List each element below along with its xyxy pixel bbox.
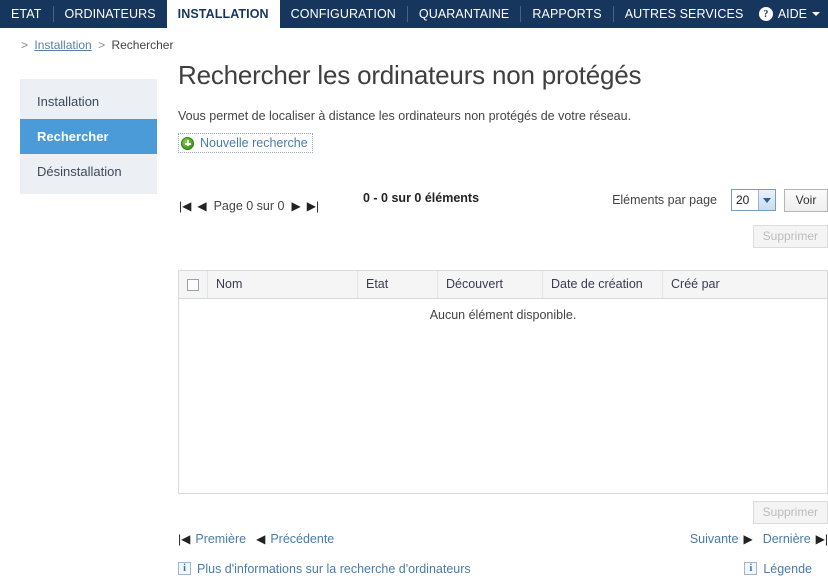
top-navigation-bar: ETAT ORDINATEURS INSTALLATION CONFIGURAT… [0,0,828,28]
info-icon: i [178,562,191,575]
chevron-down-icon [758,190,775,210]
next-page-icon[interactable]: ▶ [743,532,752,546]
empty-message: Aucun élément disponible. [429,308,577,322]
column-header-date-creation[interactable]: Date de création [542,270,663,299]
page-description: Vous permet de localiser à distance les … [178,109,632,123]
top-pagination: |◀ ◀ Page 0 sur 0 ▶ ▶| [179,199,319,213]
select-all-header [179,270,208,299]
first-page-link[interactable]: Première [195,532,246,546]
last-page-icon[interactable]: ▶| [816,532,828,546]
nav-tab-configuration[interactable]: CONFIGURATION [280,0,407,28]
plus-circle-icon [181,136,194,150]
help-label: AIDE [777,7,807,21]
results-table: Nom Etat Découvert Date de création Créé… [178,269,828,494]
nav-tab-autres-services[interactable]: AUTRES SERVICES [614,0,755,28]
column-header-etat[interactable]: Etat [357,270,438,299]
breadcrumb-separator: > [98,38,106,52]
breadcrumb-lead: > [21,38,29,52]
column-header-decouvert[interactable]: Découvert [437,270,543,299]
checkbox-icon[interactable] [187,278,199,291]
nav-tab-etat[interactable]: ETAT [0,0,53,28]
per-page-label: Eléments par page [612,193,717,207]
next-page-link[interactable]: Suivante [690,532,739,546]
previous-page-icon[interactable]: ◀ [256,532,265,546]
sidebar: Installation Rechercher Désinstallation [20,79,157,194]
per-page-select[interactable]: 20 [731,189,776,211]
previous-page-icon[interactable]: ◀ [197,199,206,213]
breadcrumb-link-installation[interactable]: Installation [34,38,91,52]
first-page-icon[interactable]: |◀ [179,199,191,213]
table-toolbar: |◀ ◀ Page 0 sur 0 ▶ ▶| 0 - 0 sur 0 éléme… [178,167,828,248]
breadcrumb: > Installation > Rechercher [18,38,173,52]
info-icon: i [744,562,758,575]
pagination-next-group: Suivante ▶ Dernière ▶| [690,532,828,546]
table-empty-row: Aucun élément disponible. [179,299,827,324]
main-content: Rechercher les ordinateurs non protégés … [178,60,828,576]
table-header-row: Nom Etat Découvert Date de création Créé… [179,270,827,299]
next-page-icon[interactable]: ▶ [291,199,300,213]
page-footer: i Plus d'informations sur la recherche d… [178,562,828,576]
legend-label: Légende [763,561,812,576]
breadcrumb-current: Rechercher [111,38,174,52]
per-page-value: 20 [736,193,750,207]
more-information-label: Plus d'informations sur la recherche d'o… [197,561,471,576]
nav-tab-installation[interactable]: INSTALLATION [166,0,280,28]
delete-button-bottom[interactable]: Supprimer [752,500,828,524]
table-bottom-bar: Supprimer |◀ Première ◀ Précédente Suiva… [178,494,828,556]
previous-page-link[interactable]: Précédente [270,532,334,546]
nav-tab-quarantaine[interactable]: QUARANTAINE [408,0,520,28]
bottom-pagination: |◀ Première ◀ Précédente Suivante ▶ Dern… [178,532,828,546]
last-page-icon[interactable]: ▶| [307,199,319,213]
more-information-link[interactable]: i Plus d'informations sur la recherche d… [178,562,471,576]
new-search-button[interactable]: Nouvelle recherche [178,133,313,153]
last-page-link[interactable]: Dernière [763,532,811,546]
question-mark-icon: ? [758,7,773,21]
sidebar-item-desinstallation[interactable]: Désinstallation [20,154,157,189]
view-button[interactable]: Voir [784,188,828,212]
column-header-nom[interactable]: Nom [207,270,358,299]
column-header-cree-par[interactable]: Créé par [662,270,827,299]
chevron-down-icon [812,12,820,16]
sidebar-item-installation[interactable]: Installation [20,84,157,119]
delete-button-top[interactable]: Supprimer [752,224,828,248]
page-title: Rechercher les ordinateurs non protégés [178,60,642,90]
per-page-controls: Eléments par page 20 Voir [612,188,828,212]
pagination-previous-group: |◀ Première ◀ Précédente [178,532,334,546]
legend-link[interactable]: i Légende [744,562,828,576]
first-page-icon[interactable]: |◀ [178,532,190,546]
sidebar-item-rechercher[interactable]: Rechercher [20,119,157,154]
page-indicator: Page 0 sur 0 [213,198,285,213]
element-count-label: 0 - 0 sur 0 éléments [363,190,480,205]
nav-tab-ordinateurs[interactable]: ORDINATEURS [54,0,167,28]
nav-tab-rapports[interactable]: RAPPORTS [521,0,612,28]
help-menu[interactable]: ? AIDE [758,0,828,28]
new-search-label: Nouvelle recherche [200,136,308,150]
